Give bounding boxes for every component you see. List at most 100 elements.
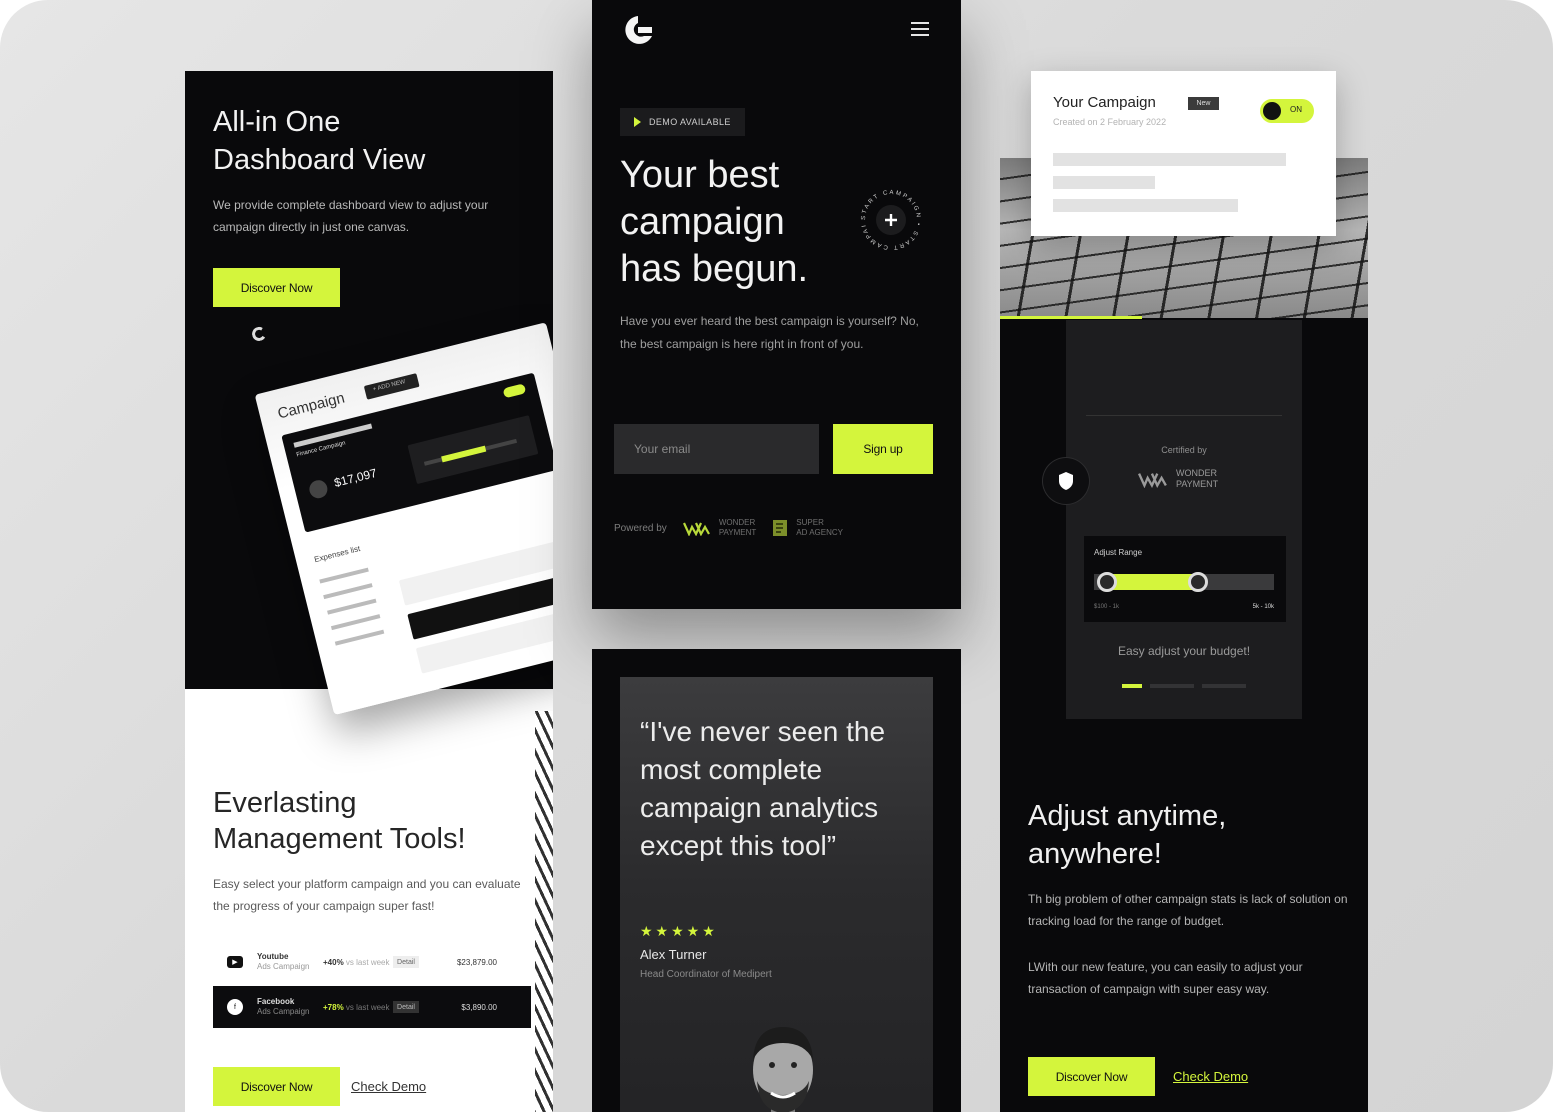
campaign-card-title: Your Campaign (1053, 94, 1156, 111)
campaign-on-toggle[interactable]: ON (1260, 99, 1314, 123)
dashboard-landing-panel: All-in One Dashboard View We provide com… (185, 71, 553, 1112)
hero-section: All-in One Dashboard View We provide com… (185, 71, 553, 716)
mockup-line (319, 567, 369, 584)
platform-row-youtube[interactable]: ▶ Youtube Ads Campaign +40% vs last week… (213, 941, 531, 983)
decorative-stripes (535, 711, 553, 1112)
mockup-title: Campaign (276, 389, 347, 423)
hero-title-line: Dashboard View (213, 144, 426, 176)
start-campaign-rotating-button[interactable]: START CAMPAIGN • START CAMPAIGN • (858, 187, 924, 253)
adjust-title: Adjust anytime, anywhere! (1028, 797, 1348, 873)
demo-available-badge[interactable]: DEMO AVAILABLE (620, 108, 745, 136)
mockup-add-pill: + ADD NEW (363, 373, 420, 400)
hero-title-line: All-in One (213, 106, 341, 138)
discover-now-bottom-button[interactable]: Discover Now (213, 1067, 340, 1106)
testimonial-quote: “I've never seen the most complete campa… (640, 716, 886, 861)
check-demo-right-link[interactable]: Check Demo (1173, 1069, 1248, 1084)
facebook-icon: f (227, 999, 243, 1015)
platform-growth: +40% vs last week (323, 958, 393, 967)
growth-note: vs last week (345, 1002, 390, 1012)
partner-name-line: WONDER (718, 518, 756, 527)
shield-button[interactable] (1043, 458, 1089, 504)
sign-up-button[interactable]: Sign up (833, 424, 933, 474)
brand-logo-icon[interactable] (620, 12, 656, 48)
wonder-payment-icon (682, 522, 710, 536)
range-max-label: 5k - 10k (1252, 604, 1274, 610)
mockup-line (330, 614, 381, 631)
carousel-dot[interactable] (1122, 684, 1142, 688)
partner-name-line: AD AGENCY (796, 528, 843, 537)
shield-icon (1059, 472, 1073, 490)
your-campaign-card: Your Campaign New Created on 2 February … (1031, 71, 1336, 236)
rating-stars: ★★★★★ (640, 923, 718, 939)
mockup-line (334, 629, 385, 646)
budget-caption: Easy adjust your budget! (1117, 644, 1251, 658)
platform-row-facebook[interactable]: f Facebook Ads Campaign +78% vs last wee… (213, 986, 531, 1028)
progress-accent-line (1000, 316, 1142, 319)
skeleton-line (1053, 176, 1155, 189)
tools-title-line: Management Tools! (213, 823, 466, 855)
partner-name-line: SUPER (796, 518, 824, 527)
skeleton-line (1053, 153, 1286, 166)
mockup-toggle (502, 383, 527, 399)
platform-sub-label: Ads Campaign (257, 1007, 310, 1016)
partner-name-line: PAYMENT (718, 528, 757, 537)
adjust-budget-panel: Certified by WONDER PAYMENT Adjust Range… (1000, 158, 1368, 1112)
mockup-line (327, 598, 377, 615)
mockup-section-title: Expenses list (313, 544, 362, 565)
range-knob-min[interactable] (1096, 572, 1117, 592)
check-demo-link[interactable]: Check Demo (351, 1079, 426, 1094)
hero-headline-line: has begun. (620, 248, 809, 290)
range-label: Adjust Range (1094, 548, 1143, 557)
created-date: Created on 2 February 2022 (1053, 117, 1167, 127)
mockup-line (323, 583, 373, 600)
hero-description: Have you ever heard the best campaign is… (620, 314, 919, 351)
hero-headline: Your best campaign has begun. (620, 152, 860, 293)
powered-by-row: Powered by WONDER PAYMENT SUPER AD AGENC… (614, 518, 843, 538)
discover-now-button[interactable]: Discover Now (213, 268, 340, 307)
platform-growth: +78% vs last week (323, 1003, 393, 1012)
play-icon (634, 117, 641, 127)
skeleton-line (1053, 199, 1238, 212)
growth-value: +78% (323, 1002, 344, 1012)
detail-badge[interactable]: Detail (393, 1001, 419, 1013)
email-input[interactable] (614, 424, 819, 474)
adjust-description-1: Th big problem of other campaign stats i… (1028, 892, 1348, 928)
mockup-add-pill-label: + ADD NEW (372, 379, 406, 393)
adjust-title-line: anywhere! (1028, 838, 1162, 870)
tools-description: Easy select your platform campaign and y… (213, 877, 521, 913)
range-fill (1106, 574, 1199, 590)
adjust-title-line: Adjust anytime, (1028, 800, 1227, 832)
tools-title: Everlasting Management Tools! (213, 785, 533, 857)
platform-name: Facebook Ads Campaign (257, 997, 323, 1017)
adjust-description-2: LWith our new feature, you can easily to… (1028, 960, 1303, 996)
mockup-sidebar-list (319, 567, 387, 658)
dashboard-mockup: Campaign + ADD NEW Finance Campaign $17,… (245, 262, 553, 744)
carousel-dot[interactable] (1150, 684, 1194, 688)
adjust-range-slider[interactable]: Adjust Range $100 - 1k 5k - 10k (1084, 536, 1286, 622)
discover-now-right-button[interactable]: Discover Now (1028, 1057, 1155, 1096)
hero-title: All-in One Dashboard View (213, 103, 533, 179)
detail-badge[interactable]: Detail (393, 956, 419, 968)
carousel-dots (1122, 684, 1246, 688)
reviewer-portrait (753, 1027, 813, 1112)
growth-value: +40% (323, 957, 344, 967)
platform-amount: $23,879.00 (456, 957, 497, 967)
toggle-knob (1263, 102, 1281, 120)
showcase-canvas: All-in One Dashboard View We provide com… (0, 0, 1553, 1112)
testimonial-card: “I've never seen the most complete campa… (620, 677, 933, 1112)
mockup-logo-icon (250, 325, 268, 343)
reviewer-role: Head Coordinator of Medipert (640, 969, 772, 980)
super-agency-icon (773, 520, 788, 536)
carousel-dot[interactable] (1202, 684, 1246, 688)
mockup-amount: $17,097 (332, 465, 379, 490)
tools-title-line: Everlasting (213, 787, 357, 819)
hamburger-menu-icon[interactable] (911, 22, 929, 36)
cert-name-line: WONDER (1176, 468, 1217, 478)
hero-description: We provide complete dashboard view to ad… (213, 198, 489, 234)
certified-wonder-logo: WONDER PAYMENT (1138, 468, 1218, 490)
youtube-icon: ▶ (227, 956, 243, 968)
new-badge: New (1188, 97, 1219, 110)
hero-headline-line: campaign (620, 201, 785, 243)
mockup-avatar (307, 478, 330, 501)
powered-by-label: Powered by (614, 522, 667, 534)
